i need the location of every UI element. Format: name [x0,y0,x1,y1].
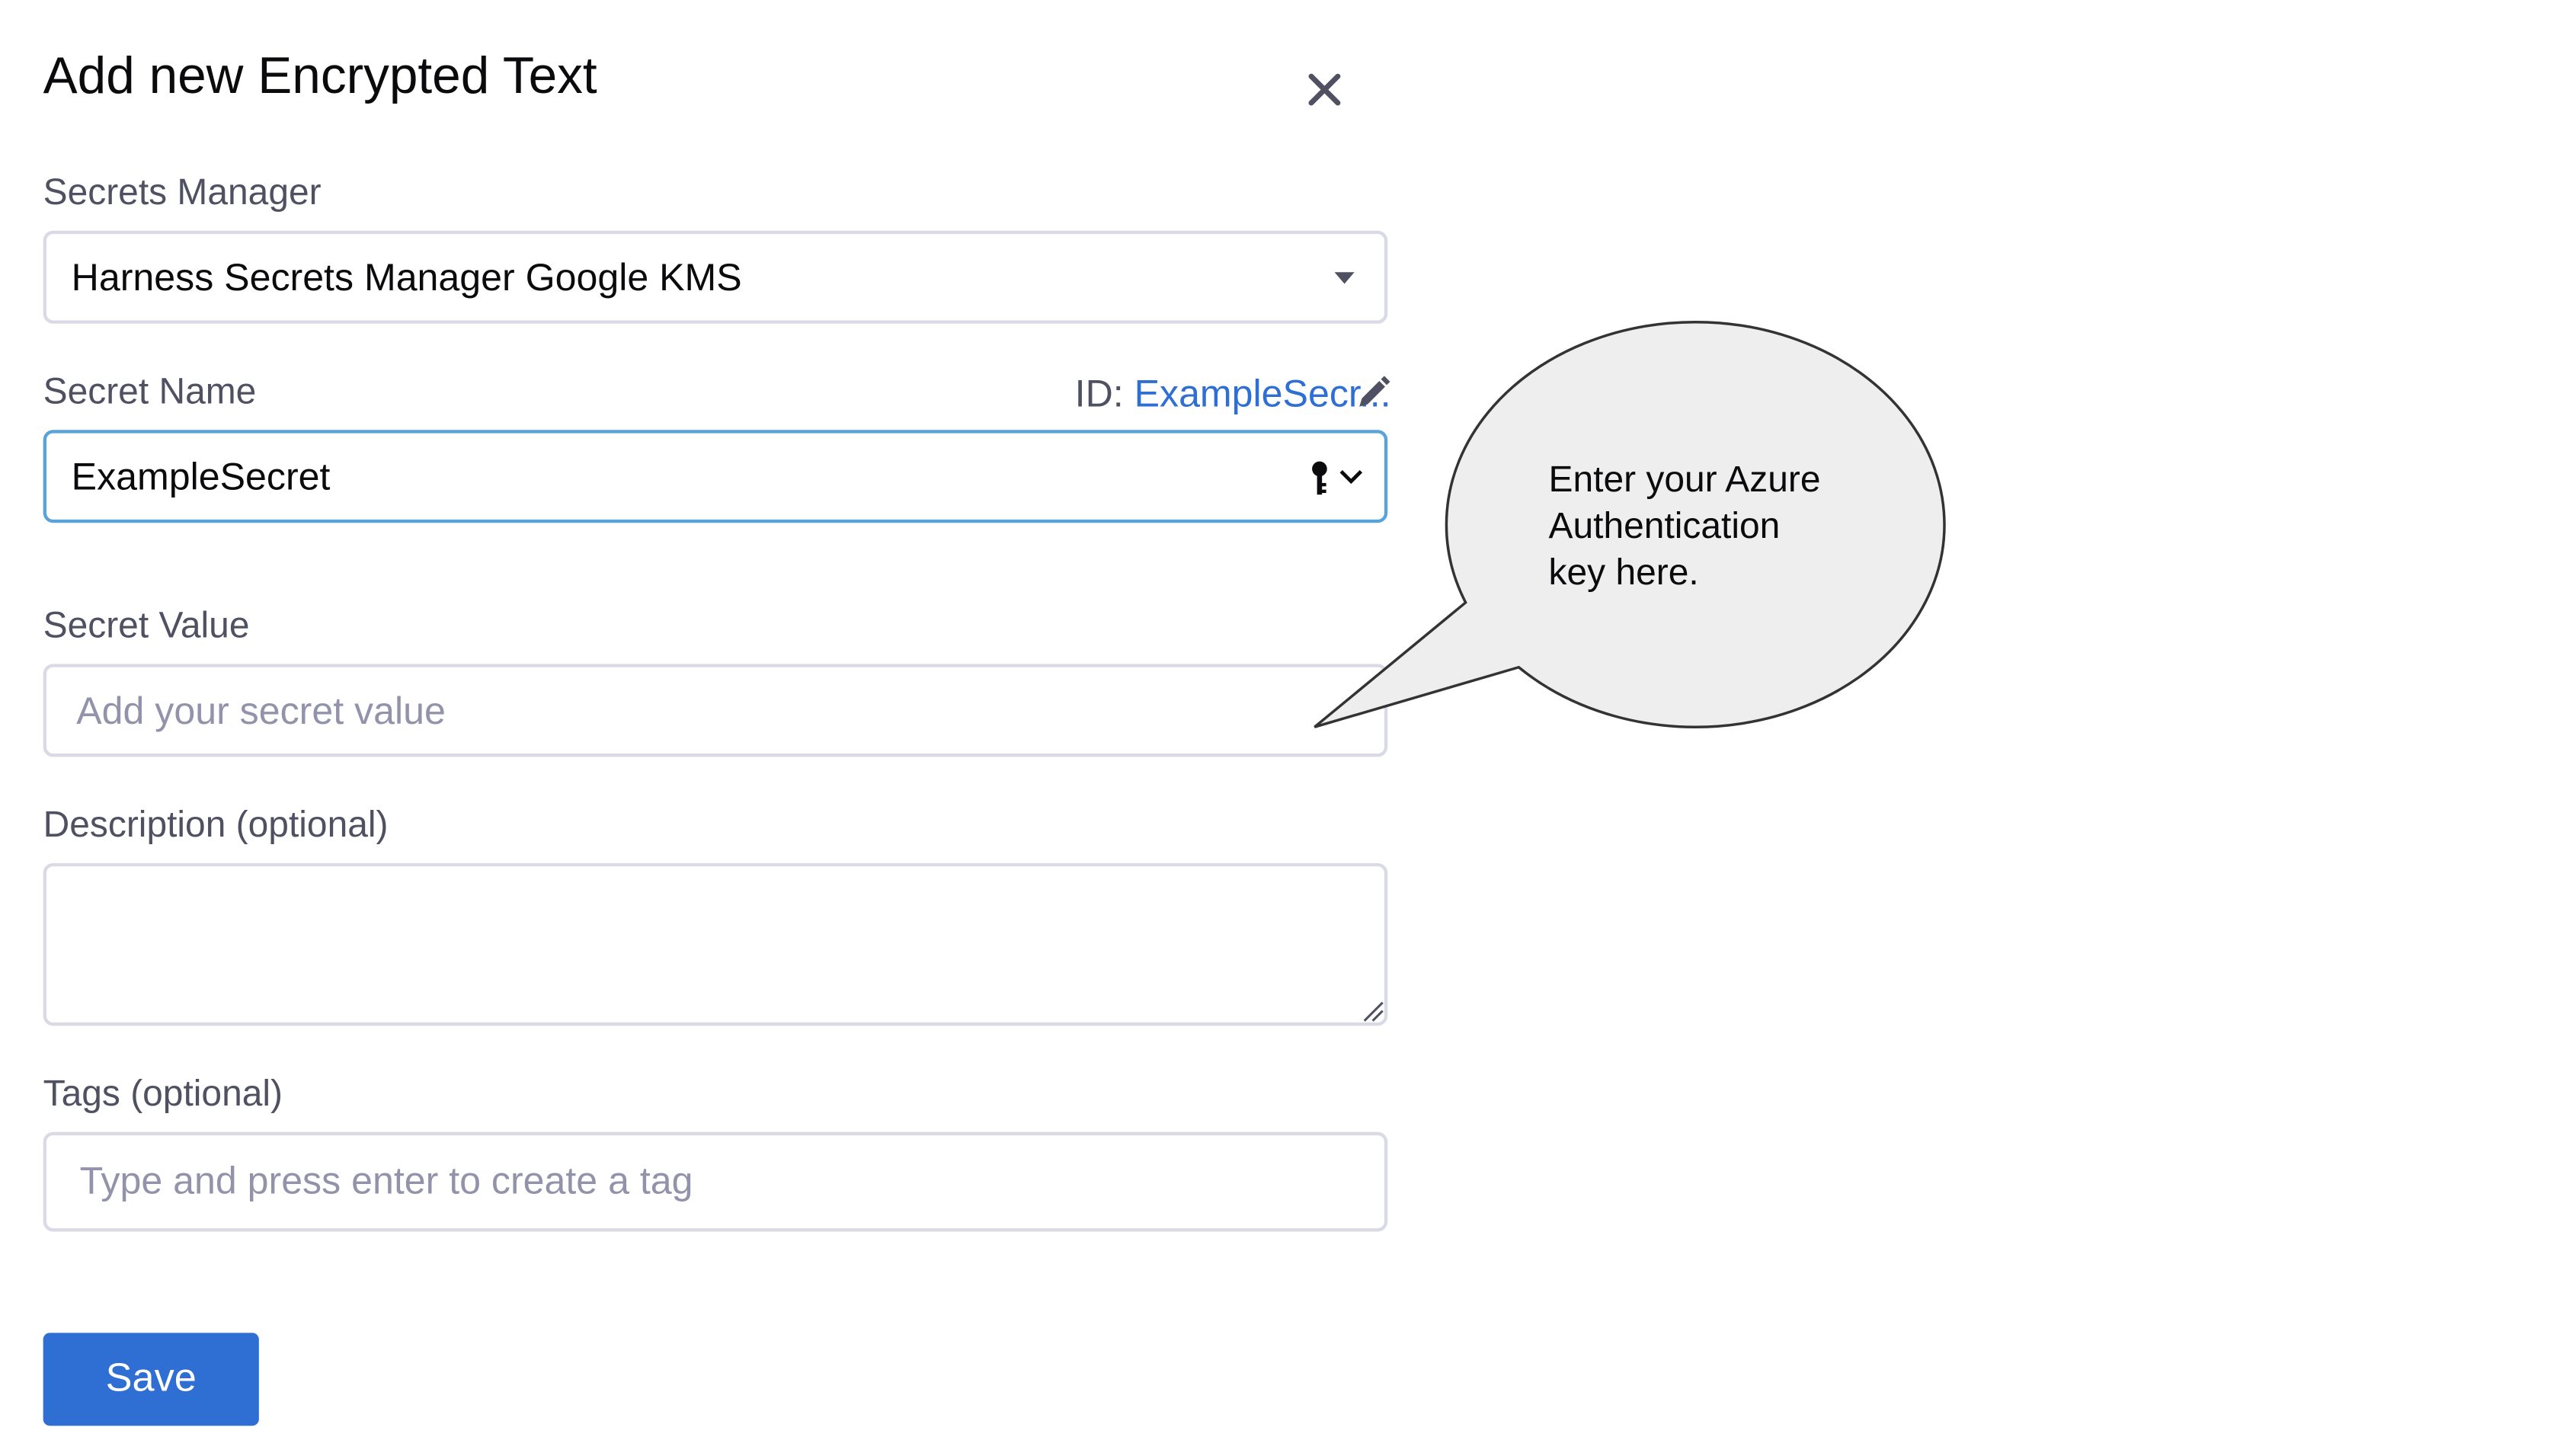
close-icon[interactable] [1298,63,1352,117]
callout-line: Enter your Azure [1548,458,1821,500]
description-textarea[interactable] [43,862,1388,1026]
tags-label: Tags (optional) [43,1072,283,1114]
caret-down-icon [1334,272,1355,284]
secret-value-label: Secret Value [43,603,250,646]
callout-line: key here. [1548,551,1699,593]
description-label: Description (optional) [43,803,389,845]
secret-id-label: ID: [1074,371,1124,415]
secret-name-value: ExampleSecret [71,454,331,498]
resize-handle-icon[interactable] [1361,999,1384,1022]
callout-line: Authentication [1548,504,1781,546]
secret-value-placeholder: Add your secret value [76,689,446,732]
secrets-manager-value: Harness Secrets Manager Google KMS [71,255,742,299]
tags-placeholder: Type and press enter to create a tag [79,1158,693,1202]
encrypted-text-dialog: Add new Encrypted Text Secrets Manager H… [0,0,2576,1456]
secrets-manager-label: Secrets Manager [43,171,322,213]
secrets-manager-select[interactable]: Harness Secrets Manager Google KMS [43,230,1388,324]
tags-input[interactable]: Type and press enter to create a tag [43,1131,1388,1232]
secret-name-label: Secret Name [43,370,257,412]
dialog-title: Add new Encrypted Text [43,46,597,105]
secret-name-input[interactable]: ExampleSecret [43,430,1388,523]
secret-value-input[interactable]: Add your secret value [43,664,1388,757]
save-button[interactable]: Save [43,1333,259,1426]
callout-text: Enter your Azure Authentication key here… [1549,456,1881,596]
